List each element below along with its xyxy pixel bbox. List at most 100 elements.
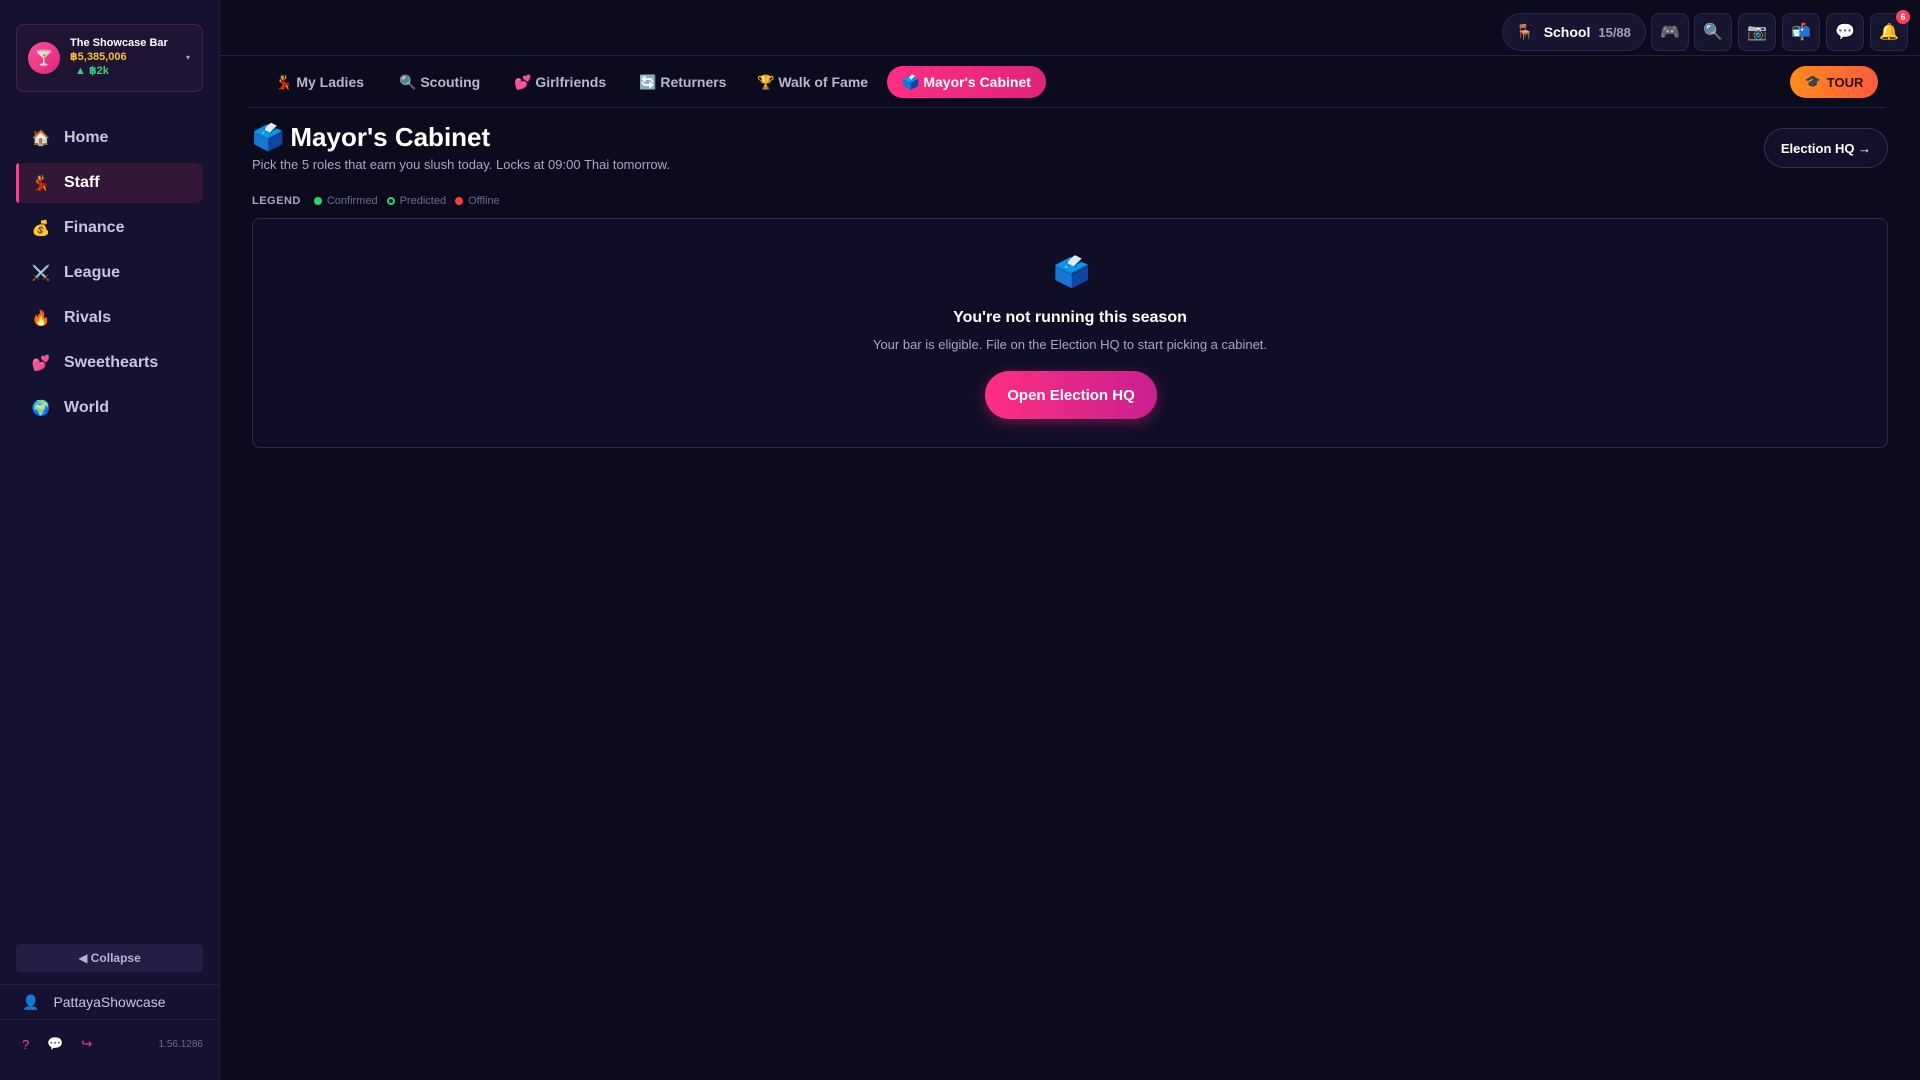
feedback-icon[interactable]: 💬	[47, 1036, 63, 1052]
school-label: School	[1543, 24, 1591, 40]
sidebar-nav: 🏠 Home 💃 Staff 💰 Finance ⚔️ League 🔥 Riv…	[16, 118, 203, 433]
graduation-cap-icon: 🎓	[1804, 74, 1821, 89]
chevron-down-icon[interactable]: ▾	[186, 53, 190, 62]
gamepad-button[interactable]: 🎮	[1651, 13, 1689, 51]
username: PattayaShowcase	[53, 994, 166, 1010]
open-election-hq-button[interactable]: Open Election HQ	[985, 371, 1157, 419]
tab-my-ladies[interactable]: 💃 My Ladies	[260, 66, 379, 98]
confirmed-dot-icon	[313, 197, 322, 205]
bar-name: The Showcase Bar	[70, 37, 168, 50]
tab-mayors-cabinet[interactable]: 🗳️ Mayor's Cabinet	[887, 66, 1046, 98]
page-subtitle: Pick the 5 roles that earn you slush tod…	[252, 157, 670, 172]
tab-girlfriends[interactable]: 💕 Girlfriends	[499, 66, 621, 98]
tour-label: TOUR	[1826, 74, 1864, 90]
bar-balance-delta: ▲ ฿2k	[75, 64, 109, 77]
tab-returners[interactable]: 🔄 Returners	[624, 66, 741, 98]
tour-button[interactable]: 🎓 TOUR	[1790, 66, 1878, 98]
dancer-icon: 💃	[31, 175, 51, 192]
user-profile-row[interactable]: 👤 PattayaShowcase	[0, 984, 219, 1020]
search-button[interactable]: 🔍	[1694, 13, 1732, 51]
chair-icon: 🪑	[1515, 24, 1534, 41]
bar-switcher[interactable]: 🍸 The Showcase Bar ฿5,385,006 ▲ ฿2k ▾	[16, 24, 203, 92]
trophy-icon: 🏆	[757, 73, 775, 90]
legend-item-predicted: Predicted	[386, 195, 447, 207]
tab-walk-of-fame[interactable]: 🏆 Walk of Fame	[742, 66, 883, 98]
crossed-swords-icon: ⚔️	[31, 265, 51, 282]
app-version: 1.56.1286	[158, 1038, 204, 1050]
sidebar: 🍸 The Showcase Bar ฿5,385,006 ▲ ฿2k ▾ 🏠 …	[0, 0, 220, 1080]
legend-item-offline: Offline	[455, 195, 500, 207]
sidebar-item-league[interactable]: ⚔️ League	[16, 253, 203, 293]
two-hearts-icon: 💕	[514, 73, 532, 90]
user-icon: 👤	[22, 993, 40, 1010]
sidebar-item-sweethearts[interactable]: 💕 Sweethearts	[16, 343, 203, 383]
sidebar-item-label: Home	[64, 129, 109, 146]
bell-icon: 🔔	[1879, 24, 1899, 41]
page-title: 🗳️ Mayor's Cabinet	[252, 122, 490, 153]
refresh-icon: 🔄	[639, 73, 657, 90]
tab-label: Mayor's Cabinet	[923, 74, 1031, 90]
ballot-box-icon: 🗳️	[1053, 256, 1091, 289]
ballot-box-icon: 🗳️	[252, 122, 285, 152]
sidebar-item-label: Finance	[64, 219, 125, 236]
school-count: 15/88	[1598, 24, 1631, 40]
bar-info: The Showcase Bar ฿5,385,006 ▲ ฿2k	[70, 37, 168, 78]
empty-state-card: 🗳️ You're not running this season Your b…	[252, 218, 1888, 448]
chat-button[interactable]: 💬	[1826, 13, 1864, 51]
sidebar-footer: ? 💬 ↪ 1.56.1286	[0, 1030, 219, 1058]
tab-label: Walk of Fame	[778, 74, 869, 90]
chat-icon: 💬	[1835, 24, 1855, 41]
legend-label: Offline	[468, 195, 500, 207]
legend-label: Predicted	[399, 195, 447, 207]
sidebar-item-label: World	[64, 399, 110, 416]
sidebar-item-staff[interactable]: 💃 Staff	[16, 163, 203, 203]
globe-icon: 🌍	[31, 400, 51, 417]
legend-label: Confirmed	[326, 195, 378, 207]
help-icon[interactable]: ?	[22, 1037, 29, 1052]
legend: LEGEND Confirmed Predicted Offline	[252, 195, 509, 207]
ballot-box-icon: 🗳️	[902, 73, 920, 90]
mailbox-icon: 📬	[1791, 24, 1811, 41]
school-capacity-pill[interactable]: 🪑 School 15/88	[1502, 13, 1646, 51]
mailbox-button[interactable]: 📬	[1782, 13, 1820, 51]
sidebar-item-label: Staff	[64, 174, 100, 191]
sidebar-item-home[interactable]: 🏠 Home	[16, 118, 203, 158]
logout-icon[interactable]: ↪	[81, 1036, 92, 1052]
gamepad-icon: 🎮	[1660, 24, 1680, 41]
sidebar-item-label: League	[64, 264, 121, 281]
dancer-icon: 💃	[275, 73, 293, 90]
bar-balance: ฿5,385,006	[70, 51, 127, 64]
legend-item-confirmed: Confirmed	[313, 195, 378, 207]
staff-tabs: 💃 My Ladies 🔍 Scouting 💕 Girlfriends 🔄 R…	[248, 62, 1886, 108]
camera-icon: 📷	[1747, 24, 1767, 41]
empty-state-text: Your bar is eligible. File on the Electi…	[872, 337, 1268, 352]
tab-scouting[interactable]: 🔍 Scouting	[384, 66, 495, 98]
money-bag-icon: 💰	[31, 220, 51, 237]
tab-label: My Ladies	[296, 74, 365, 90]
camera-button[interactable]: 📷	[1738, 13, 1776, 51]
predicted-ring-icon	[386, 197, 395, 205]
sidebar-item-world[interactable]: 🌍 World	[16, 388, 203, 428]
sidebar-item-finance[interactable]: 💰 Finance	[16, 208, 203, 248]
sidebar-item-label: Rivals	[64, 309, 112, 326]
sidebar-item-label: Sweethearts	[64, 354, 159, 371]
notification-badge: 6	[1896, 10, 1910, 24]
page-title-text: Mayor's Cabinet	[290, 122, 491, 152]
magnifier-icon: 🔍	[399, 73, 417, 90]
tab-label: Girlfriends	[535, 74, 607, 90]
collapse-button[interactable]: ◀ Collapse	[16, 944, 203, 972]
legend-title: LEGEND	[252, 195, 301, 207]
sidebar-item-rivals[interactable]: 🔥 Rivals	[16, 298, 203, 338]
cocktail-icon: 🍸	[28, 42, 60, 74]
fire-icon: 🔥	[31, 310, 51, 327]
empty-state-title: You're not running this season	[953, 309, 1187, 326]
election-hq-button[interactable]: Election HQ →	[1764, 128, 1888, 168]
top-bar: 🪑 School 15/88 🎮 🔍 📷 📬 💬 🔔 6	[220, 0, 1920, 56]
two-hearts-icon: 💕	[31, 355, 51, 372]
tab-label: Scouting	[420, 74, 481, 90]
notifications-button[interactable]: 🔔 6	[1870, 10, 1910, 51]
tab-label: Returners	[660, 74, 727, 90]
offline-dot-icon	[455, 197, 464, 205]
search-icon: 🔍	[1703, 24, 1723, 41]
home-icon: 🏠	[31, 130, 51, 147]
